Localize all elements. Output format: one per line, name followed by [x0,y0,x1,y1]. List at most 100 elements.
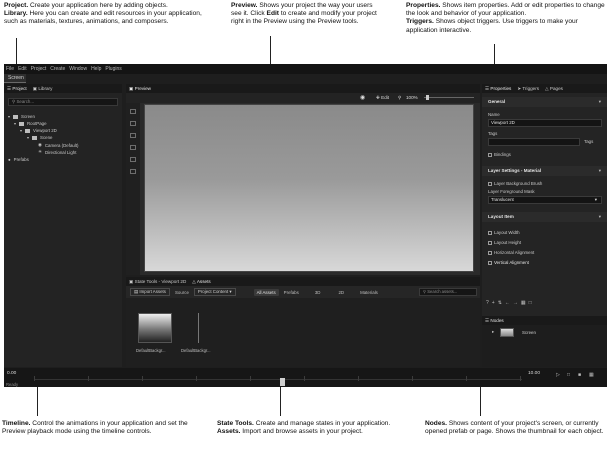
tab-preview[interactable]: ▣ Preview [129,86,151,92]
rotate-tool-icon[interactable] [130,133,136,138]
tags-button[interactable]: Tags [584,139,593,144]
checkbox-icon [488,240,492,245]
page-icon [19,121,25,126]
callout-properties: Properties. Shows item properties. Add o… [406,2,605,34]
zoom-icon[interactable]: ⚲ [398,95,401,101]
layer-foreground-dropdown[interactable]: Translucent ▾ [488,196,602,204]
tags-field[interactable] [488,138,580,146]
nodes-panel: ☰ Nodes ▸ Screen [482,316,607,367]
timeline-panel: 0.00 10.00 ▷ □ ■ ▦ Ready [4,368,607,387]
menu-plugins[interactable]: Plugins [105,66,121,72]
timeline-tick [34,376,35,381]
filter-materials[interactable]: Materials [360,290,378,295]
name-field[interactable]: Viewport 2D [488,119,602,127]
filter-icon[interactable]: ▦ [521,300,529,306]
delete-icon[interactable]: □ [529,300,535,306]
import-assets-button[interactable]: ▤ Import Assets [130,288,170,296]
layout-height-item[interactable]: Layout Height [488,240,521,245]
link-icon[interactable]: ⇅ [498,300,505,306]
move-tool-icon[interactable] [130,121,136,126]
asset-search-input[interactable]: ⚲ Search assets... [419,288,477,296]
state-tools-panel: ▣ State Tools - Viewport 2D △ Assets ▤ I… [126,277,480,367]
tab-assets[interactable]: △ Assets [192,279,210,285]
tree-item-scene[interactable]: ▾ Scene [27,135,52,140]
loop-icon[interactable]: □ [567,372,570,378]
expand-arrow-icon[interactable]: ▸ [492,329,494,335]
tab-nodes[interactable]: ☰ Nodes [485,318,504,324]
project-search-input[interactable]: ⚲ Search... [8,98,118,106]
tab-project[interactable]: ☰ Project [7,86,27,92]
tab-triggers[interactable]: ➤ Triggers [517,86,539,92]
menu-window[interactable]: Window [69,66,87,72]
play-icon[interactable]: ▷ [556,372,560,378]
preview-canvas[interactable] [144,104,474,272]
tree-item-viewport[interactable]: ▾ Viewport 2D [20,128,57,133]
tab-library[interactable]: ▣ Library [33,86,53,92]
menu-file[interactable]: File [6,66,14,72]
tab-pages[interactable]: △ Pages [545,86,563,92]
chevron-down-icon: ▾ [598,99,601,104]
align-tool-icon[interactable] [130,169,136,174]
project-panel: ☰ Project ▣ Library ⚲ Search... ▾ Screen … [4,84,122,367]
tab-state-tools[interactable]: ▣ State Tools - Viewport 2D [129,279,186,285]
timeline-tick [250,376,251,381]
tab-screen[interactable]: Screen [4,74,26,83]
section-layout-item[interactable]: Layout Item ▾ [482,212,607,222]
node-thumbnail[interactable] [500,328,514,337]
expand-arrow-icon: ▾ [14,121,17,126]
expand-arrow-icon: ▾ [27,135,30,140]
zoom-slider-handle[interactable] [426,95,429,100]
asset-thumbnail[interactable] [138,313,172,343]
menu-create[interactable]: Create [50,66,65,72]
node-label[interactable]: Screen [522,330,536,335]
filter-all-assets[interactable]: All Assets [253,288,279,296]
callout-state-tools: State Tools. Create and manage states in… [217,420,391,436]
callout-timeline: Timeline. Control the animations in your… [2,420,188,436]
timeline-tick [358,376,359,381]
timeline-tick [304,376,305,381]
layout-width-item[interactable]: Layout Width [488,230,520,235]
scale-tool-icon[interactable] [130,145,136,150]
chevron-down-icon: ▾ [598,214,601,219]
vertical-alignment-item[interactable]: Vertical Alignment [488,260,529,265]
section-layer-settings[interactable]: Layer Settings - Material ▾ [482,166,607,176]
tree-item-light[interactable]: ☀ Directional Light [38,149,76,155]
tab-properties[interactable]: ☰ Properties [485,86,511,92]
menu-bar: File Edit Project Create Window Help Plu… [4,64,607,74]
filter-3d[interactable]: 3D [315,290,321,295]
stop-icon[interactable]: ■ [578,372,581,378]
menu-project[interactable]: Project [31,66,47,72]
tree-item-camera[interactable]: ◉ Camera (Default) [38,142,79,148]
bindings-item[interactable]: Bindings [488,152,511,157]
settings-icon[interactable]: ▦ [589,372,594,378]
preview-toolbar: ◉ ✙ Edit ⚲ 100% [126,93,480,103]
tree-item-screen[interactable]: ▾ Screen [8,114,35,119]
asset-thumbnail-2[interactable] [198,313,199,343]
menu-edit[interactable]: Edit [18,66,27,72]
timeline-end-time[interactable]: 10.00 [528,371,540,376]
zoom-level[interactable]: 100% [406,95,418,100]
timeline-playhead[interactable] [280,378,285,386]
tree-item-prefabs[interactable]: ● Prefabs [8,157,29,162]
snap-tool-icon[interactable] [130,157,136,162]
select-tool-icon[interactable] [130,109,136,114]
callout-nodes: Nodes. Shows content of your project's s… [425,420,604,436]
arrow-right-icon[interactable]: → [513,300,521,306]
horizontal-alignment-item[interactable]: Horizontal Alignment [488,250,534,255]
right-tab-strip: ☰ Properties ➤ Triggers △ Pages [482,84,607,93]
status-text: Ready [6,382,19,387]
edit-button[interactable]: ✙ Edit [376,95,389,101]
menu-help[interactable]: Help [91,66,101,72]
filter-prefabs[interactable]: Prefabs [284,290,299,295]
timeline-ruler[interactable] [34,371,522,381]
layer-background-brush[interactable]: Layer Background Brush [488,181,542,186]
filter-2d[interactable]: 2D [338,290,344,295]
arrow-left-icon[interactable]: ← [505,300,513,306]
section-general[interactable]: General ▾ [482,97,607,107]
eye-icon[interactable]: ◉ [360,94,365,101]
source-dropdown[interactable]: Project Content ▾ [193,288,236,296]
preview-panel: ▣ Preview ◉ ✙ Edit ⚲ 100% [126,84,480,275]
zoom-slider[interactable] [424,97,474,98]
timeline-start-time[interactable]: 0.00 [7,371,16,376]
tree-item-rootpage[interactable]: ▾ RootPage [14,121,47,126]
